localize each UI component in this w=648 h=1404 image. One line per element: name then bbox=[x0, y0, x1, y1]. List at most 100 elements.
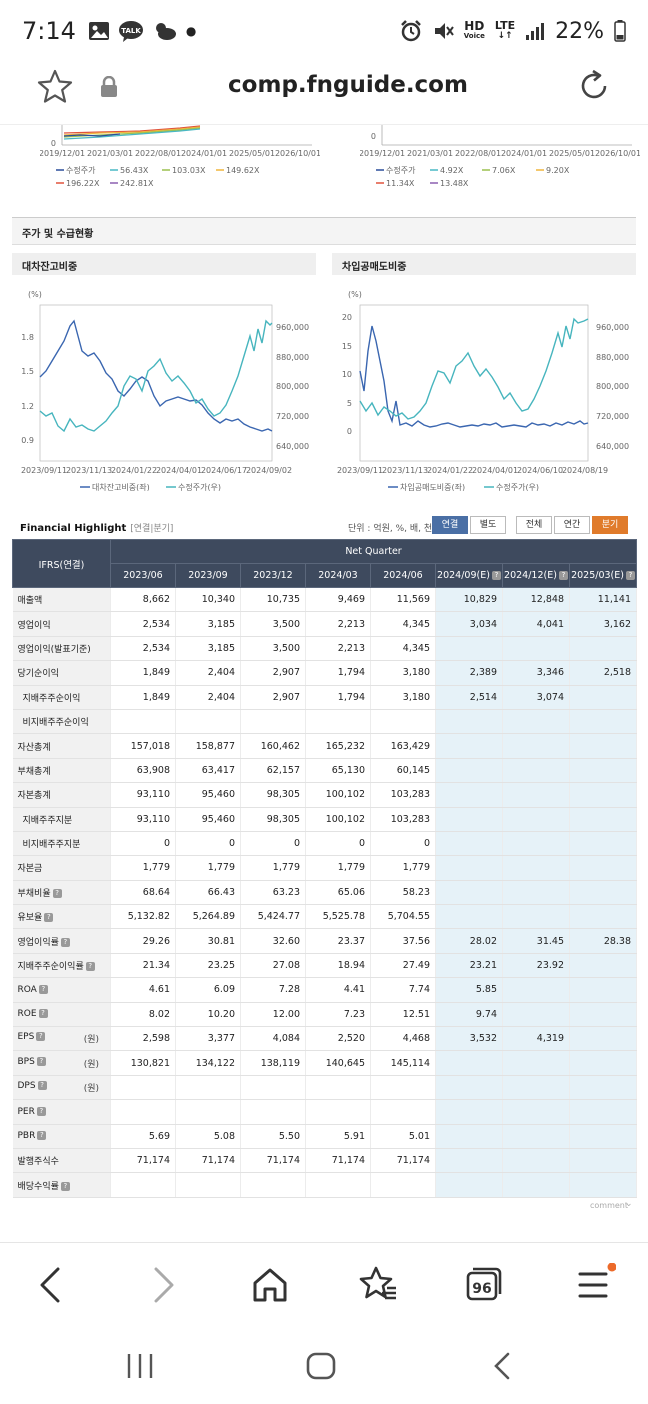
help-icon[interactable]: ? bbox=[60, 1181, 70, 1191]
voice-label: Voice bbox=[463, 32, 485, 40]
right-chart-y0: 0 bbox=[371, 132, 376, 141]
table-cell: 60,145 bbox=[370, 758, 436, 784]
help-icon[interactable]: ? bbox=[36, 1106, 46, 1116]
help-icon[interactable]: ? bbox=[44, 913, 54, 923]
system-nav-bar bbox=[0, 1326, 648, 1404]
chart2-yleft: 20 15 10 5 0 bbox=[342, 313, 352, 436]
quarter-button[interactable]: 분기 bbox=[592, 516, 628, 534]
table-cell: 3,532 bbox=[435, 1026, 503, 1052]
table-cell: 100,102 bbox=[305, 782, 371, 808]
back-icon[interactable] bbox=[30, 1263, 74, 1307]
table-cell: 2,534 bbox=[110, 611, 176, 637]
chart2-primary-line bbox=[359, 325, 589, 428]
table-cell: 5,132.82 bbox=[110, 904, 176, 930]
table-cell: 1,779 bbox=[370, 855, 436, 881]
recent-apps-icon[interactable] bbox=[124, 1350, 156, 1382]
row-label-text: DPS bbox=[17, 1081, 36, 1091]
row-label: 영업이익(발표기준) bbox=[12, 636, 111, 662]
table-row: 영업이익(발표기준) 2,534 3,185 3,500 2,213 4,345 bbox=[12, 636, 638, 662]
table-cell: 12.51 bbox=[370, 1002, 436, 1028]
help-icon[interactable]: ? bbox=[625, 571, 635, 580]
all-button[interactable]: 전체 bbox=[516, 516, 552, 534]
table-cell: 93,110 bbox=[110, 807, 176, 832]
table-cell bbox=[110, 709, 176, 735]
help-icon[interactable]: ? bbox=[38, 1009, 48, 1019]
help-icon[interactable]: ? bbox=[491, 571, 501, 580]
comment-toggle[interactable]: comment bbox=[590, 1201, 628, 1210]
table-cell: 71,174 bbox=[305, 1148, 371, 1174]
bookmarks-icon[interactable] bbox=[356, 1263, 400, 1307]
svg-text:2019/12/01: 2019/12/01 bbox=[360, 149, 405, 158]
table-row: 지배주주순이익률? 21.34 23.25 27.08 18.94 27.49 23.21 2… bbox=[12, 953, 638, 979]
svg-text:2024/04/01: 2024/04/01 bbox=[156, 466, 202, 475]
separate-button[interactable]: 별도 bbox=[470, 516, 506, 534]
row-label: 당기순이익 bbox=[12, 660, 111, 686]
svg-text:103.03X: 103.03X bbox=[172, 166, 206, 175]
home-icon[interactable] bbox=[248, 1263, 292, 1307]
table-cell bbox=[110, 1172, 176, 1198]
svg-text:4.92X: 4.92X bbox=[440, 166, 464, 175]
table-cell bbox=[502, 977, 570, 1003]
row-label-text: 영업이익 bbox=[17, 620, 51, 631]
financial-highlight-table: IFRS(연결) Net Quarter 2023/06 2023/09 2023/… bbox=[12, 539, 638, 1198]
svg-text:2024/06/10: 2024/06/10 bbox=[517, 466, 563, 475]
table-cell: 2,520 bbox=[305, 1026, 371, 1052]
help-icon[interactable]: ? bbox=[85, 962, 95, 972]
mute-icon bbox=[434, 23, 454, 39]
table-cell: 6.09 bbox=[175, 977, 241, 1003]
row-label: 부채비율? bbox=[12, 880, 111, 906]
table-cell bbox=[502, 758, 570, 784]
table-cell: 1,779 bbox=[110, 855, 176, 881]
svg-text:242.81X: 242.81X bbox=[120, 179, 154, 188]
weather-icon bbox=[155, 23, 176, 40]
table-cell: 23.21 bbox=[435, 953, 503, 979]
annual-button[interactable]: 연간 bbox=[554, 516, 590, 534]
table-cell bbox=[569, 782, 638, 808]
row-label-text: 당기순이익 bbox=[17, 669, 59, 680]
url-text[interactable]: comp.fnguide.com bbox=[0, 72, 648, 98]
chart1-primary-line bbox=[39, 319, 273, 432]
row-label-text: ROE bbox=[17, 1009, 37, 1020]
back-system-icon[interactable] bbox=[488, 1350, 518, 1382]
help-icon[interactable]: ? bbox=[52, 888, 62, 898]
kakaotalk-icon: TALK bbox=[118, 21, 143, 42]
help-icon[interactable]: ? bbox=[36, 1056, 46, 1066]
help-icon[interactable]: ? bbox=[37, 1081, 47, 1090]
chart1-yright: 960,000 880,000 800,000 720,000 640,000 bbox=[276, 323, 309, 451]
help-icon[interactable]: ? bbox=[60, 937, 70, 947]
forward-icon[interactable] bbox=[140, 1263, 184, 1307]
table-cell: 28.02 bbox=[435, 928, 503, 954]
chart2-title: 차입공매도비중 bbox=[332, 253, 636, 275]
tabs-icon[interactable]: 96 bbox=[462, 1263, 506, 1307]
consolidated-button[interactable]: 연결 bbox=[432, 516, 468, 534]
table-cell: 0 bbox=[110, 831, 176, 857]
table-row: 비지배주주지분 0 0 0 0 0 bbox=[12, 831, 638, 857]
svg-text:2023/11/13: 2023/11/13 bbox=[66, 466, 112, 475]
chart1-xticks: 2023/09/11 2023/11/13 2024/01/22 2024/04… bbox=[21, 466, 292, 475]
table-cell: 3,180 bbox=[370, 660, 436, 686]
table-cell: 4.41 bbox=[305, 977, 371, 1003]
table-cell: 71,174 bbox=[110, 1148, 176, 1174]
reload-icon[interactable] bbox=[576, 68, 612, 104]
valuation-chart-right: 0 2019/12/01 2021/03/01 2022/08/01 2024/… bbox=[360, 125, 640, 188]
help-icon[interactable]: ? bbox=[36, 1032, 46, 1042]
period-header: 2024/03 bbox=[305, 563, 371, 588]
menu-icon[interactable] bbox=[572, 1263, 616, 1307]
help-icon[interactable]: ? bbox=[37, 1131, 47, 1141]
table-cell: 95,460 bbox=[175, 782, 241, 808]
table-cell: 1,849 bbox=[110, 660, 176, 686]
table-cell bbox=[435, 709, 503, 735]
table-cell: 23.25 bbox=[175, 953, 241, 979]
row-label: 영업이익 bbox=[12, 611, 111, 637]
svg-text:2022/08/01: 2022/08/01 bbox=[455, 149, 501, 158]
svg-text:수정주가: 수정주가 bbox=[66, 165, 96, 175]
svg-text:1.5: 1.5 bbox=[21, 367, 34, 376]
home-system-icon[interactable] bbox=[304, 1350, 338, 1382]
table-row: BPS? (원) 130,821 134,122 138,119 140,645 145,1… bbox=[12, 1050, 638, 1076]
help-icon[interactable]: ? bbox=[558, 571, 568, 580]
row-label: 비지배주주지분 bbox=[12, 831, 111, 857]
help-icon[interactable]: ? bbox=[38, 984, 48, 994]
won-unit: (원) bbox=[83, 1035, 99, 1046]
comment-chevron-icon[interactable]: ⌄ bbox=[625, 1199, 633, 1209]
svg-text:2024/01/01: 2024/01/01 bbox=[501, 149, 547, 158]
